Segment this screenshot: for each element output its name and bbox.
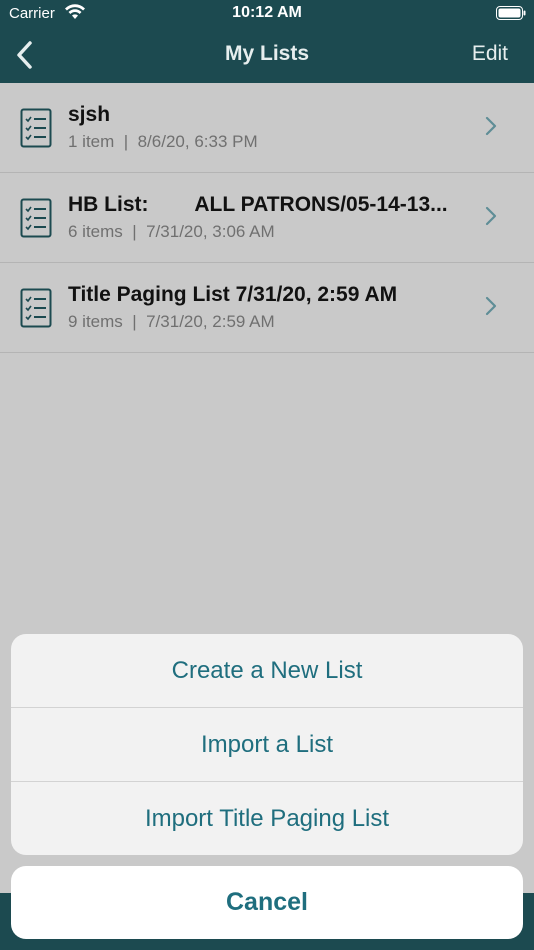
- chevron-right-icon: [485, 116, 497, 136]
- create-new-list-button[interactable]: Create a New List: [11, 634, 523, 708]
- cancel-button[interactable]: Cancel: [11, 866, 523, 939]
- list-row[interactable]: sjsh 1 item | 8/6/20, 6:33 PM: [0, 83, 534, 173]
- list-row[interactable]: Title Paging List 7/31/20, 2:59 AM 9 ite…: [0, 263, 534, 353]
- list-row[interactable]: HB List: ALL PATRONS/05-14-13... 6 items…: [0, 173, 534, 263]
- list-subtitle: 6 items | 7/31/20, 3:06 AM: [68, 222, 275, 241]
- chevron-right-icon: [485, 206, 497, 226]
- navigation-bar: My Lists Edit: [0, 26, 534, 83]
- checklist-icon: [20, 198, 52, 238]
- chevron-right-icon: [485, 296, 497, 316]
- list-title: HB List: ALL PATRONS/05-14-13...: [68, 193, 448, 216]
- import-list-button[interactable]: Import a List: [11, 708, 523, 782]
- list-subtitle: 9 items | 7/31/20, 2:59 AM: [68, 312, 275, 331]
- list-subtitle: 1 item | 8/6/20, 6:33 PM: [68, 132, 258, 151]
- list-title: Title Paging List 7/31/20, 2:59 AM: [68, 283, 398, 306]
- status-bar: Carrier 10:12 AM: [0, 0, 534, 26]
- import-title-paging-list-button[interactable]: Import Title Paging List: [11, 782, 523, 855]
- page-title: My Lists: [224, 42, 310, 65]
- list-title: sjsh: [68, 103, 111, 126]
- battery-icon: [496, 6, 526, 20]
- checklist-icon: [20, 108, 52, 148]
- edit-button[interactable]: Edit: [472, 42, 508, 66]
- checklist-icon: [20, 288, 52, 328]
- status-time: 10:12 AM: [232, 4, 302, 21]
- action-sheet: Create a New List Import a List Import T…: [11, 634, 523, 855]
